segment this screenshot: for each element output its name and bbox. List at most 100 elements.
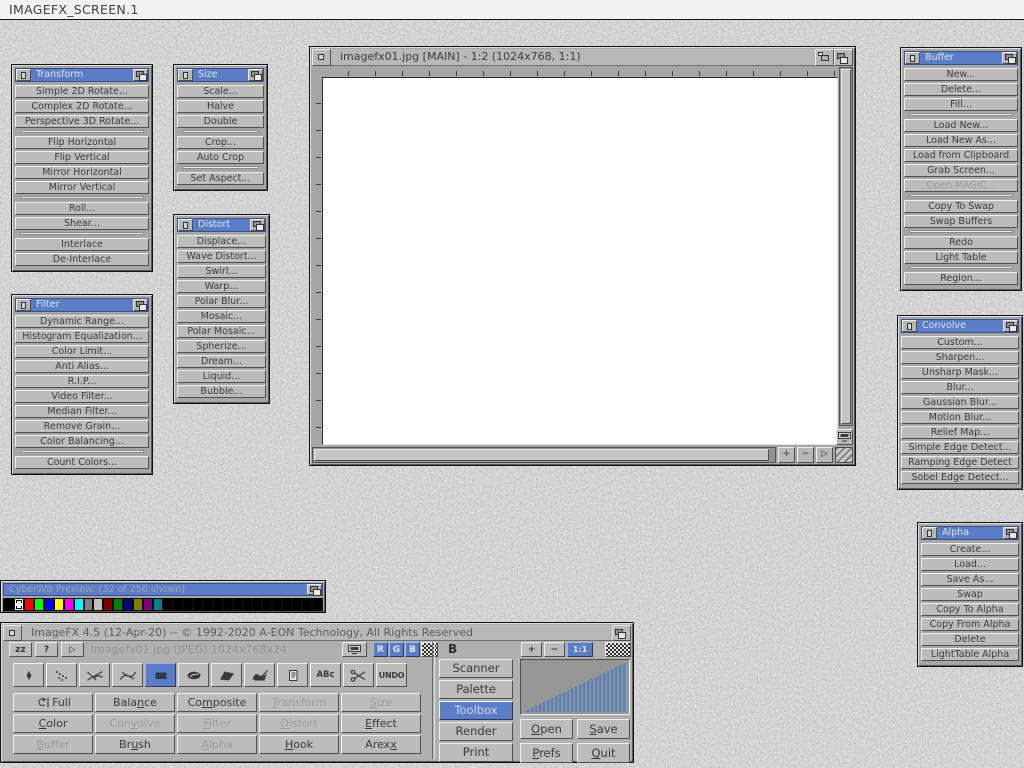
- close-icon[interactable]: [922, 527, 937, 539]
- close-icon[interactable]: [905, 52, 920, 64]
- swatch-7[interactable]: [75, 599, 83, 610]
- set-aspect-button[interactable]: Set Aspect...: [177, 172, 264, 185]
- double-button[interactable]: Double: [177, 115, 264, 128]
- swatch-0[interactable]: [5, 599, 13, 610]
- blur-button[interactable]: Blur...: [901, 381, 1019, 394]
- distort-titlebar[interactable]: Distort: [177, 218, 266, 232]
- custom-button[interactable]: Custom...: [901, 336, 1019, 349]
- polar-mosaic-button[interactable]: Polar Mosaic...: [177, 325, 266, 338]
- image-window[interactable]: imagefx01.jpg [MAIN] - 1:2 (1024x768, 1:…: [309, 46, 856, 466]
- close-icon[interactable]: [902, 320, 917, 332]
- effect-button[interactable]: Effect: [341, 714, 421, 733]
- size-button[interactable]: Size: [341, 693, 421, 712]
- liquid-button[interactable]: Liquid...: [177, 370, 266, 383]
- swatch-30[interactable]: [303, 599, 311, 610]
- swatch-1[interactable]: [15, 599, 23, 610]
- vertical-scrollbar-thumb[interactable]: [841, 69, 851, 424]
- scanner-button[interactable]: Scanner: [439, 659, 513, 678]
- close-icon[interactable]: [3, 625, 22, 641]
- alpha-button[interactable]: Alpha: [177, 735, 257, 754]
- channel-red-toggle[interactable]: R: [373, 642, 388, 657]
- channel-green-toggle[interactable]: G: [389, 642, 404, 657]
- prefs-button[interactable]: Prefs: [520, 743, 573, 763]
- polygon-tool[interactable]: [211, 663, 242, 687]
- depth-gadget-icon[interactable]: [133, 69, 148, 81]
- size-window[interactable]: SizeScale...HalveDoubleCrop...Auto CropS…: [173, 64, 268, 191]
- swatch-22[interactable]: [224, 599, 232, 610]
- halve-button[interactable]: Halve: [177, 100, 264, 113]
- swatch-4[interactable]: [45, 599, 53, 610]
- shear-button[interactable]: Shear...: [15, 217, 149, 230]
- swatch-2[interactable]: [25, 599, 33, 610]
- swatch-27[interactable]: [273, 599, 281, 610]
- fill-freehand-tool[interactable]: [244, 663, 275, 687]
- channel-blue-toggle[interactable]: B: [405, 642, 420, 657]
- swatch-25[interactable]: [253, 599, 261, 610]
- depth-gadget-icon[interactable]: [133, 299, 148, 311]
- zoom-out-button[interactable]: −: [797, 447, 814, 463]
- render-button[interactable]: Render: [439, 722, 513, 741]
- zoom-in-button[interactable]: +: [778, 447, 795, 463]
- print-button[interactable]: Print: [439, 743, 513, 762]
- distort-button[interactable]: Distort: [259, 714, 339, 733]
- ramping-edge-detect-button[interactable]: Ramping Edge Detect: [901, 456, 1019, 469]
- depth-gadget-icon[interactable]: [1003, 320, 1018, 332]
- palette-window[interactable]: CyberWB Preview: (32 of 256 shown): [0, 580, 326, 613]
- open-button[interactable]: Open: [520, 719, 573, 739]
- displace-button[interactable]: Displace...: [177, 235, 266, 248]
- full-button[interactable]: Full: [13, 693, 93, 712]
- palette-button[interactable]: Palette: [439, 680, 513, 699]
- scissors-tool[interactable]: [343, 663, 374, 687]
- size-titlebar[interactable]: Size: [177, 68, 264, 82]
- flip-vertical-button[interactable]: Flip Vertical: [15, 151, 149, 164]
- copy-from-alpha-button[interactable]: Copy From Alpha: [921, 618, 1019, 631]
- horizontal-scrollbar-thumb[interactable]: [314, 449, 769, 461]
- buffer-window[interactable]: BufferNew...Delete...Fill...Load New...L…: [900, 47, 1022, 291]
- region-button[interactable]: Region...: [904, 272, 1018, 285]
- motion-blur-button[interactable]: Motion Blur...: [901, 411, 1019, 424]
- vertical-scrollbar[interactable]: [839, 67, 853, 426]
- zoom-in-button[interactable]: +: [521, 642, 542, 657]
- horizontal-scrollbar[interactable]: [312, 447, 776, 463]
- zoom-out-button[interactable]: −: [544, 642, 565, 657]
- depth-gadget-icon[interactable]: [612, 625, 631, 641]
- new-button[interactable]: New...: [904, 68, 1018, 81]
- dynamic-range-button[interactable]: Dynamic Range...: [15, 315, 149, 328]
- gradient-preview[interactable]: [520, 659, 630, 715]
- swatch-10[interactable]: [104, 599, 112, 610]
- histogram-equalization-button[interactable]: Histogram Equalization...: [15, 330, 149, 343]
- convolve-button[interactable]: Convolve: [95, 714, 175, 733]
- video-filter-button[interactable]: Video Filter...: [15, 390, 149, 403]
- polar-blur-button[interactable]: Polar Blur...: [177, 295, 266, 308]
- load-new-as-button[interactable]: Load New As...: [904, 134, 1018, 147]
- swatch-12[interactable]: [124, 599, 132, 610]
- swatch-28[interactable]: [283, 599, 291, 610]
- auto-crop-button[interactable]: Auto Crop: [177, 151, 264, 164]
- distort-window[interactable]: DistortDisplace...Wave Distort...Swirl..…: [173, 214, 270, 404]
- swatch-23[interactable]: [234, 599, 242, 610]
- sobel-edge-detect-button[interactable]: Sobel Edge Detect...: [901, 471, 1019, 484]
- spherize-button[interactable]: Spherize...: [177, 340, 266, 353]
- zoom-gadget-icon[interactable]: [815, 49, 834, 66]
- macro-play-button[interactable]: ▷: [61, 642, 84, 657]
- image-window-titlebar[interactable]: imagefx01.jpg [MAIN] - 1:2 (1024x768, 1:…: [312, 49, 853, 66]
- wave-distort-button[interactable]: Wave Distort...: [177, 250, 266, 263]
- fill-button[interactable]: Fill...: [904, 98, 1018, 111]
- scale-button[interactable]: Scale...: [177, 85, 264, 98]
- quit-button[interactable]: Quit: [577, 743, 630, 763]
- flip-horizontal-button[interactable]: Flip Horizontal: [15, 136, 149, 149]
- balance-button[interactable]: Balance: [95, 693, 175, 712]
- create-button[interactable]: Create...: [921, 543, 1019, 556]
- r-i-p-button[interactable]: R.I.P...: [15, 375, 149, 388]
- copy-to-alpha-button[interactable]: Copy To Alpha: [921, 603, 1019, 616]
- close-icon[interactable]: [178, 219, 193, 231]
- hook-button[interactable]: Hook: [259, 735, 339, 754]
- load-new-button[interactable]: Load New...: [904, 119, 1018, 132]
- mirror-vertical-button[interactable]: Mirror Vertical: [15, 181, 149, 194]
- depth-gadget-icon[interactable]: [1003, 527, 1018, 539]
- lighttable-alpha-button[interactable]: LightTable Alpha: [921, 648, 1019, 661]
- swatch-13[interactable]: [134, 599, 142, 610]
- mosaic-button[interactable]: Mosaic...: [177, 310, 266, 323]
- transform-titlebar[interactable]: Transform: [15, 68, 149, 82]
- swatch-21[interactable]: [214, 599, 222, 610]
